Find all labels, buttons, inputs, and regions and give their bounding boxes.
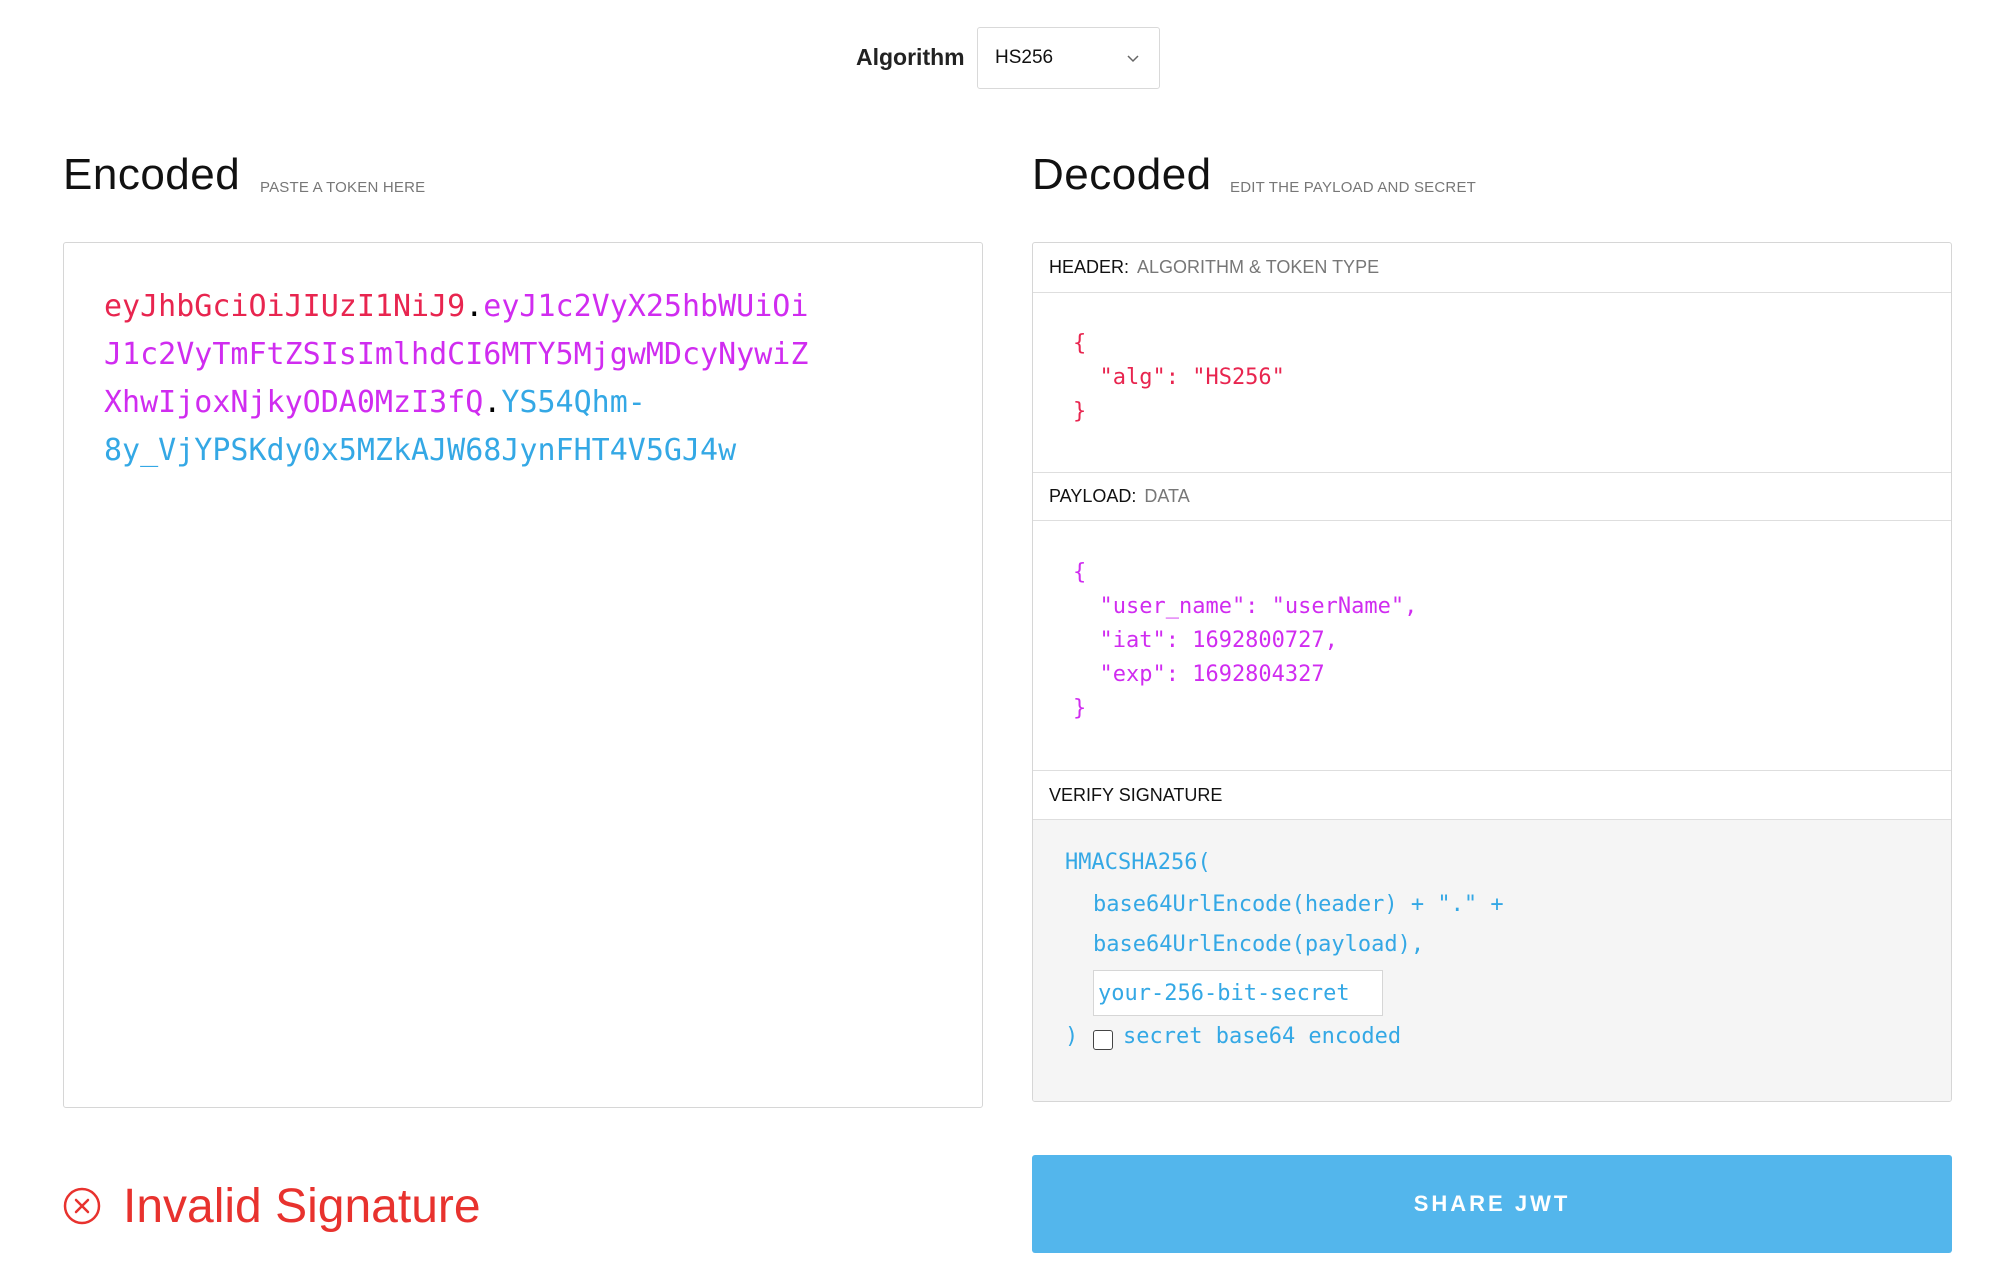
decoded-subtitle: EDIT THE PAYLOAD AND SECRET xyxy=(1230,179,1477,196)
hmac-close: ) xyxy=(1065,1024,1079,1049)
algorithm-value: HS256 xyxy=(995,47,1054,68)
token-dot: . xyxy=(465,289,484,324)
json-line: "user_name": "userName", xyxy=(1073,594,1418,619)
secret-base64-checkbox[interactable] xyxy=(1093,1030,1113,1050)
json-line: } xyxy=(1073,399,1087,424)
header-section-label: HEADER: xyxy=(1049,257,1130,277)
header-section-head: HEADER: ALGORITHM & TOKEN TYPE xyxy=(1033,243,1951,293)
header-json-editor[interactable]: { "alg": "HS256"} xyxy=(1073,327,1285,429)
error-circle-x-icon xyxy=(63,1187,101,1225)
hmac-line-payload: base64UrlEncode(payload), xyxy=(1093,932,1425,957)
share-jwt-button[interactable]: SHARE JWT xyxy=(1032,1155,1952,1253)
json-line: "exp": 1692804327 xyxy=(1073,662,1325,687)
token-signature-part: YS54Qhm- xyxy=(501,385,646,420)
token-dot: . xyxy=(483,385,502,420)
secret-input[interactable] xyxy=(1093,970,1383,1016)
algorithm-select[interactable]: HS256 xyxy=(977,27,1160,89)
json-line: "iat": 1692800727, xyxy=(1073,628,1338,653)
payload-section-desc: DATA xyxy=(1144,486,1190,506)
json-line: { xyxy=(1073,331,1087,356)
secret-base64-label: secret base64 encoded xyxy=(1123,1024,1402,1049)
payload-json-editor[interactable]: { "user_name": "userName", "iat": 169280… xyxy=(1073,556,1417,726)
header-section-desc: ALGORITHM & TOKEN TYPE xyxy=(1137,257,1380,277)
verify-section-label: VERIFY SIGNATURE xyxy=(1049,784,1223,805)
encoded-subtitle: PASTE A TOKEN HERE xyxy=(260,179,426,196)
chevron-down-icon xyxy=(1127,55,1139,63)
json-line: } xyxy=(1073,696,1087,721)
token-payload-part: eyJ1c2VyX25hbWUiOi xyxy=(483,289,809,324)
signature-status-text: Invalid Signature xyxy=(123,1179,481,1233)
signature-status: Invalid Signature xyxy=(63,1178,481,1234)
decoded-panel: HEADER: ALGORITHM & TOKEN TYPE { "alg": … xyxy=(1032,242,1952,1102)
verify-section-head: VERIFY SIGNATURE xyxy=(1033,770,1951,820)
verify-signature-body: HMACSHA256( base64UrlEncode(header) + ".… xyxy=(1033,820,1951,1101)
algorithm-row: Algorithm HS256 xyxy=(0,27,1990,89)
payload-section-label: PAYLOAD: xyxy=(1049,486,1137,506)
token-payload-part: XhwIjoxNjkyODA0MzI3fQ xyxy=(104,385,484,420)
algorithm-label: Algorithm xyxy=(856,44,965,70)
hmac-fn-open: HMACSHA256( xyxy=(1065,850,1211,875)
token-payload-part: J1c2VyTmFtZSIsImlhdCI6MTY5MjgwMDcyNywiZ xyxy=(104,337,809,372)
json-line: "alg": "HS256" xyxy=(1073,365,1285,390)
encoded-token-editor[interactable]: eyJhbGciOiJIUzI1NiJ9.eyJ1c2VyX25hbWUiOi … xyxy=(63,242,983,1108)
token-header-part: eyJhbGciOiJIUzI1NiJ9 xyxy=(104,289,466,324)
token-signature-part: 8y_VjYPSKdy0x5MZkAJW68JynFHT4V5GJ4w xyxy=(104,433,737,468)
decoded-title: Decoded xyxy=(1032,150,1212,199)
json-line: { xyxy=(1073,560,1087,585)
encoded-title: Encoded xyxy=(63,150,241,199)
hmac-line-header: base64UrlEncode(header) + "." + xyxy=(1093,892,1504,917)
encoded-token: eyJhbGciOiJIUzI1NiJ9.eyJ1c2VyX25hbWUiOi … xyxy=(104,283,904,475)
payload-section-head: PAYLOAD: DATA xyxy=(1033,472,1951,521)
